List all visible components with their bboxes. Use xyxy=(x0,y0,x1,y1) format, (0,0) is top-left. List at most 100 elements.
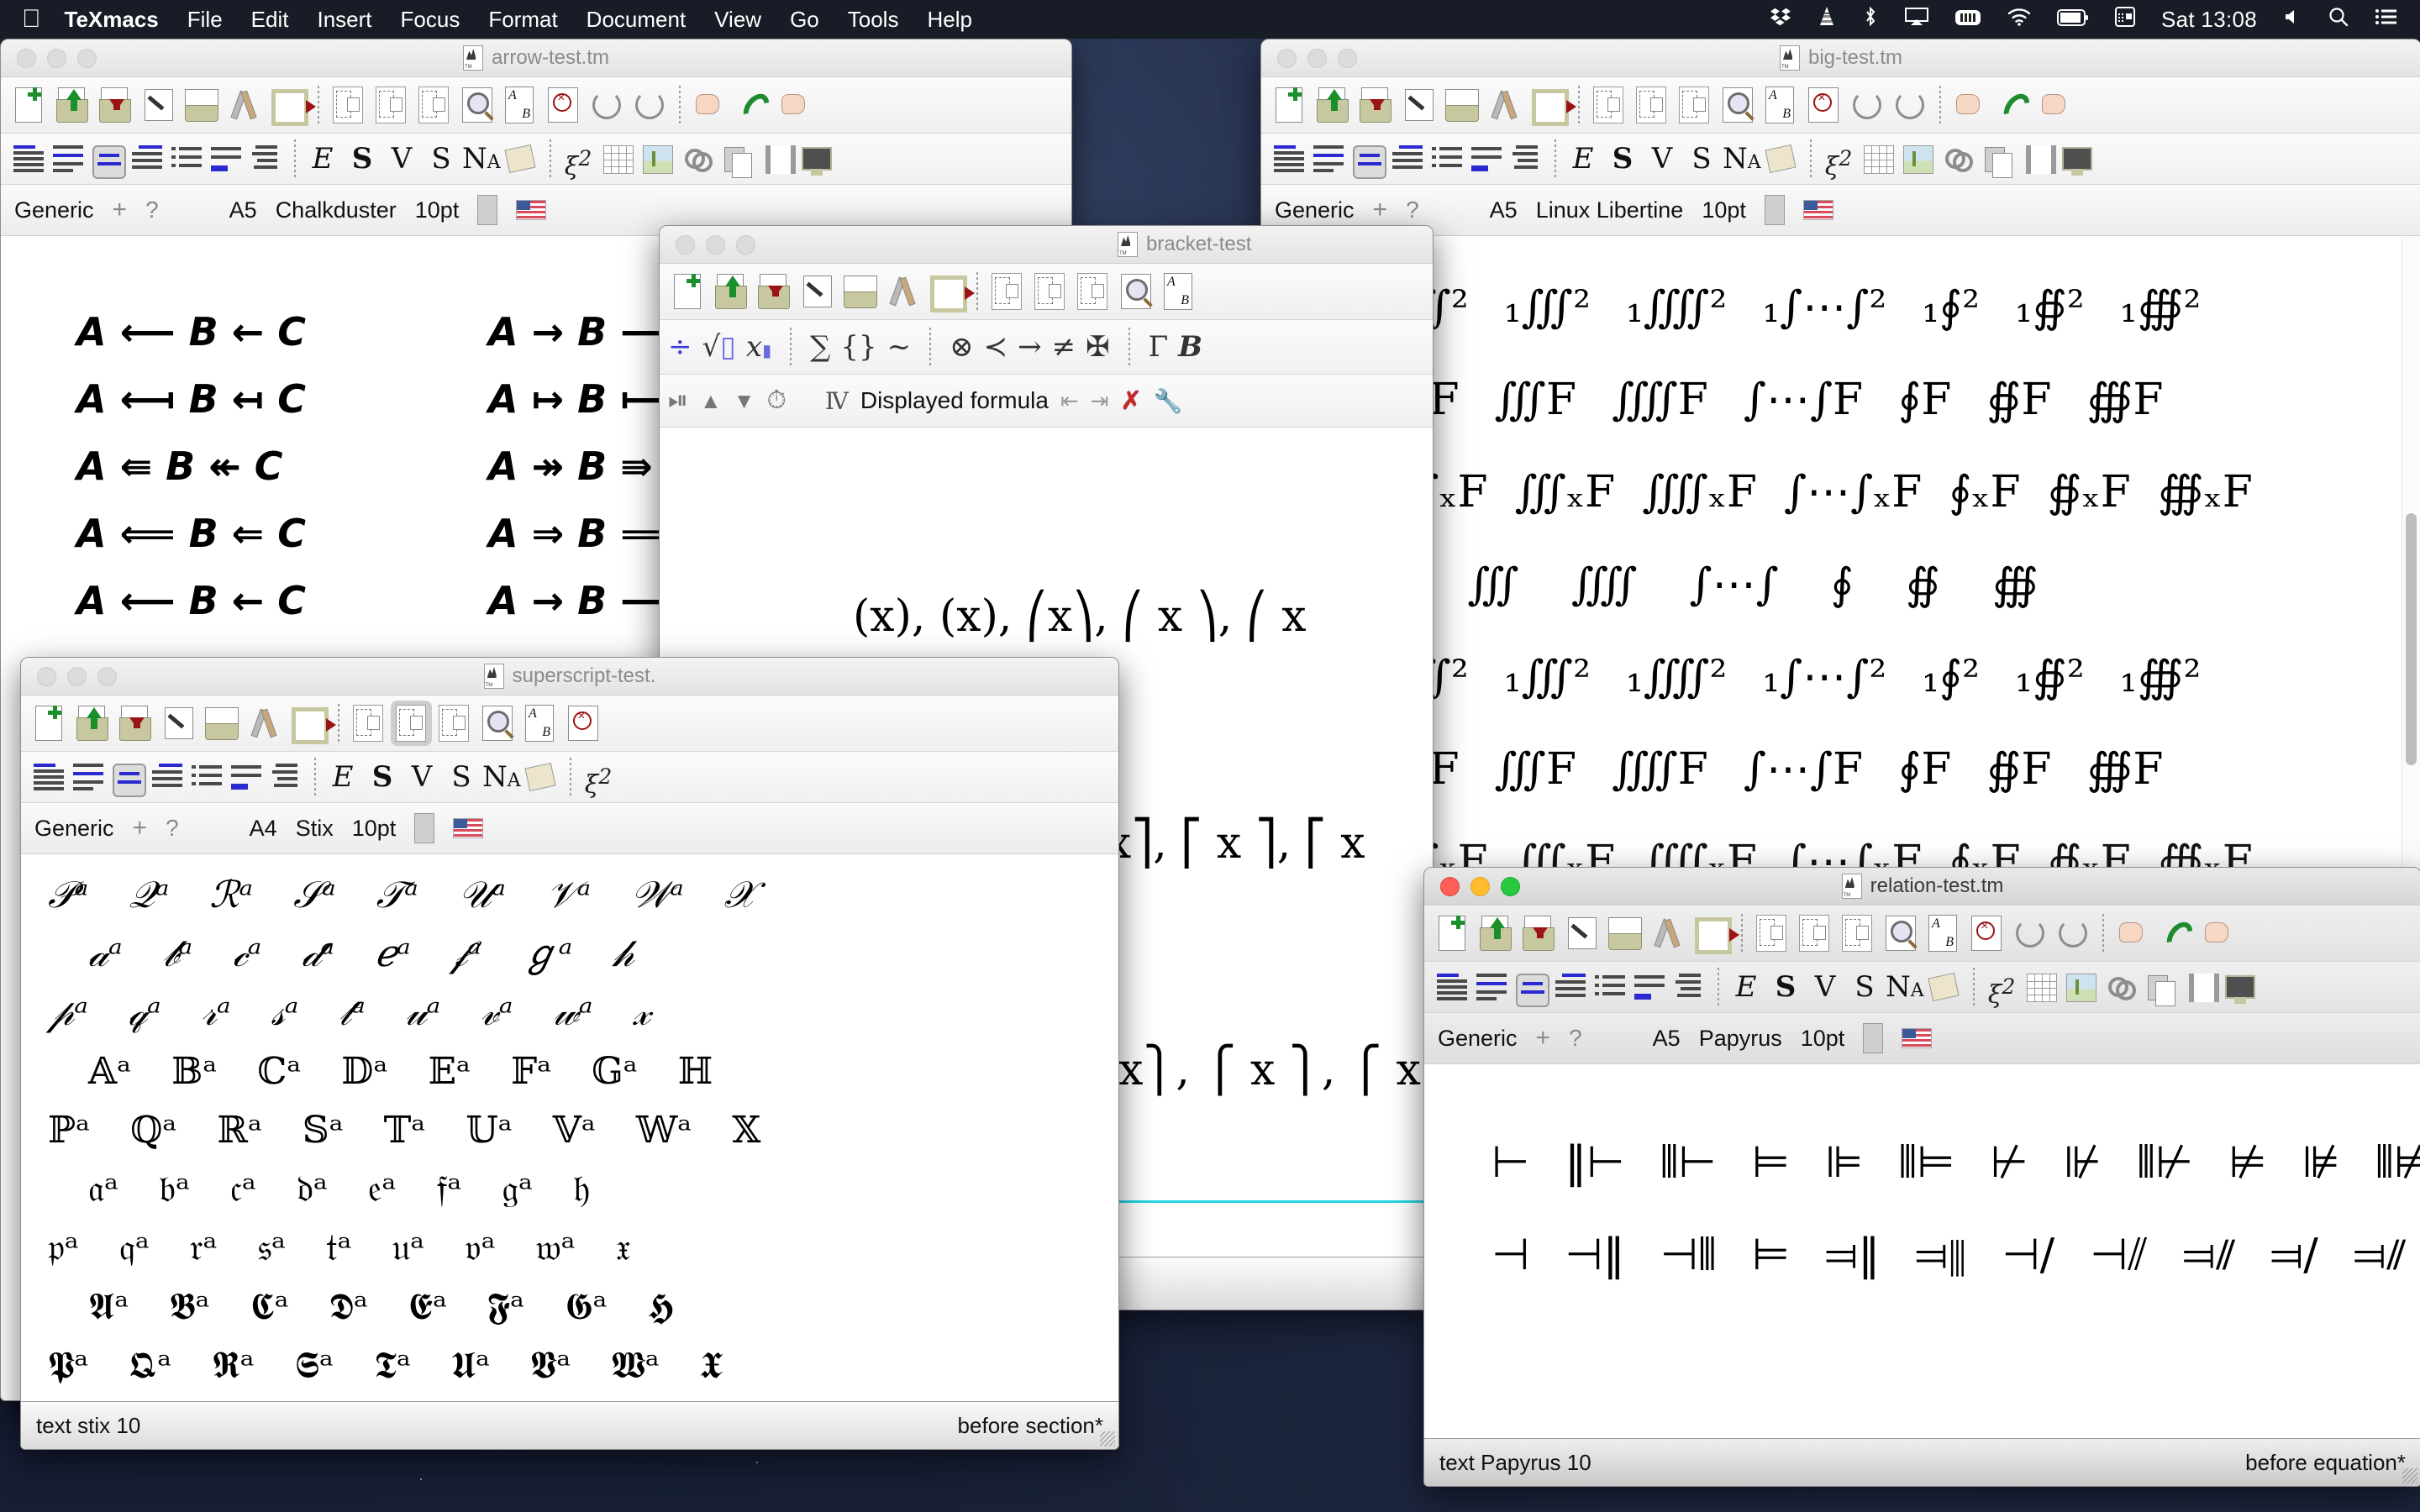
preferences-icon[interactable] xyxy=(882,269,923,314)
help-style-icon[interactable]: ? xyxy=(145,197,159,223)
paragraph-align-icon[interactable] xyxy=(9,140,46,177)
cut-icon[interactable] xyxy=(328,82,369,128)
reload-icon[interactable] xyxy=(732,82,773,128)
link-icon[interactable] xyxy=(1939,140,1975,177)
rightarrow-icon[interactable]: → xyxy=(1018,330,1042,364)
font-settings-bar[interactable]: Generic + ? A5 Papyrus 10pt xyxy=(1424,1013,2420,1064)
bluetooth-icon[interactable] xyxy=(1862,6,1879,34)
style-label[interactable]: Generic xyxy=(34,816,114,842)
section-S-icon[interactable]: S xyxy=(1604,140,1641,177)
indent-icon[interactable] xyxy=(1551,969,1588,1005)
section-S-icon[interactable]: S xyxy=(344,140,381,177)
xi-script-icon[interactable]: ξ2 xyxy=(560,140,597,181)
paper-size-label[interactable]: A5 xyxy=(1653,1026,1681,1052)
copy-pages-icon[interactable] xyxy=(1978,140,2015,178)
window-controls[interactable] xyxy=(1277,48,1357,68)
menu-item-go[interactable]: Go xyxy=(790,7,819,33)
battery-full-icon[interactable] xyxy=(2056,7,2089,33)
preferences-icon[interactable] xyxy=(224,82,265,128)
find-icon[interactable] xyxy=(456,82,497,128)
build-icon[interactable] xyxy=(158,701,199,746)
main-toolbar[interactable] xyxy=(1,77,1071,134)
menu-item-format[interactable]: Format xyxy=(488,7,557,33)
minimize-button[interactable] xyxy=(67,666,87,686)
bold-B-icon[interactable]: B xyxy=(1178,330,1202,364)
print-icon[interactable] xyxy=(181,82,222,128)
menu-item-document[interactable]: Document xyxy=(587,7,687,33)
theorem-icon[interactable] xyxy=(1472,969,1509,1005)
preferences-icon[interactable] xyxy=(1647,911,1688,956)
menubar-clock[interactable]: Sat 13:08 xyxy=(2161,7,2257,33)
font-size-label[interactable]: 10pt xyxy=(415,197,460,223)
paste-icon[interactable] xyxy=(1837,911,1878,956)
copy-icon[interactable] xyxy=(391,701,432,746)
titlebar-bracket-test[interactable]: bracket-test xyxy=(660,226,1433,264)
titlebar-arrow-test[interactable]: arrow-test.tm xyxy=(1,39,1071,77)
titlebar-superscript-test[interactable]: superscript-test. xyxy=(21,658,1118,696)
save-document-icon[interactable] xyxy=(115,701,156,746)
close-button[interactable] xyxy=(37,666,56,686)
volume-icon[interactable] xyxy=(2282,7,2302,33)
color-swatch-icon[interactable] xyxy=(1925,969,1962,1005)
main-toolbar[interactable] xyxy=(21,696,1118,752)
battery-icon[interactable] xyxy=(1954,7,1981,33)
help-style-icon[interactable]: ? xyxy=(1569,1025,1582,1052)
indent-icon[interactable] xyxy=(148,759,185,795)
gamma-icon[interactable]: Γ xyxy=(1149,330,1169,364)
export-icon[interactable] xyxy=(1690,911,1739,956)
table-icon[interactable] xyxy=(599,140,636,177)
menu-item-focus[interactable]: Focus xyxy=(401,7,460,33)
xi-script-icon[interactable]: ξ2 xyxy=(580,759,617,800)
new-document-icon[interactable] xyxy=(9,82,50,128)
section-S-icon[interactable]: S xyxy=(364,759,401,795)
build-icon[interactable] xyxy=(1561,911,1602,956)
strong-S-icon[interactable]: S xyxy=(1846,969,1883,1005)
paper-size-label[interactable]: A4 xyxy=(250,816,277,842)
titlebar-big-test[interactable]: big-test.tm xyxy=(1261,39,2420,77)
menu-item-tools[interactable]: Tools xyxy=(848,7,899,33)
replace-icon[interactable] xyxy=(519,701,560,746)
theorem-icon[interactable] xyxy=(49,140,86,177)
film-icon[interactable] xyxy=(2018,140,2056,177)
copy-icon[interactable] xyxy=(1029,269,1071,314)
add-style-icon[interactable]: + xyxy=(1536,1024,1551,1053)
main-toolbar[interactable] xyxy=(1261,77,2420,134)
language-flag-icon[interactable] xyxy=(1902,1028,1933,1048)
menu-item-help[interactable]: Help xyxy=(927,7,971,33)
image-icon[interactable] xyxy=(2062,969,2099,1005)
environment-E-icon[interactable]: E xyxy=(1728,969,1765,1005)
focus-toolbar[interactable]: ⏯ ▲ ▼ ⏱ Ⅳ Displayed formula ⇤ ⇥ ✗ 🔧 xyxy=(660,375,1433,428)
style-label[interactable]: Generic xyxy=(14,197,94,223)
minimize-button[interactable] xyxy=(1470,876,1490,896)
control-center-icon[interactable] xyxy=(2375,7,2398,33)
centered-icon[interactable] xyxy=(108,759,146,797)
language-flag-icon[interactable] xyxy=(1802,200,1833,220)
sqrt-icon[interactable]: √▯ xyxy=(702,330,736,364)
add-style-icon[interactable]: + xyxy=(113,196,128,224)
undo-icon[interactable] xyxy=(1845,82,1886,128)
font-size-label[interactable]: 10pt xyxy=(352,816,397,842)
centered-icon[interactable] xyxy=(1349,140,1386,179)
language-flag-icon[interactable] xyxy=(516,200,547,220)
link-icon[interactable] xyxy=(2102,969,2139,1005)
save-document-icon[interactable] xyxy=(95,82,136,128)
menu-item-view[interactable]: View xyxy=(714,7,761,33)
itemize-icon[interactable] xyxy=(1428,140,1465,177)
close-button[interactable] xyxy=(676,234,695,255)
menu-item-texmacs[interactable]: TeXmacs xyxy=(65,7,159,33)
indent-icon[interactable] xyxy=(1388,140,1425,177)
save-document-icon[interactable] xyxy=(1355,82,1397,128)
monitor-icon[interactable] xyxy=(797,140,834,177)
reload-icon[interactable] xyxy=(2155,911,2196,956)
math-toolbar[interactable]: ÷ √▯ x▮ ∑ {} ~ ⊗ ≺ → ≠ ✠ Γ B xyxy=(660,320,1433,375)
environment-E-icon[interactable]: E xyxy=(324,759,361,795)
main-toolbar[interactable] xyxy=(1424,906,2420,962)
open-document-icon[interactable] xyxy=(1313,82,1354,128)
open-document-icon[interactable] xyxy=(711,269,752,314)
copy-icon[interactable] xyxy=(1631,82,1672,128)
replace-icon[interactable] xyxy=(1923,911,1964,956)
font-name-label[interactable]: Chalkduster xyxy=(276,197,397,223)
style-label[interactable]: Generic xyxy=(1275,197,1355,223)
tensor-icon[interactable]: ⊗ xyxy=(950,330,974,364)
table-icon[interactable] xyxy=(1860,140,1897,177)
